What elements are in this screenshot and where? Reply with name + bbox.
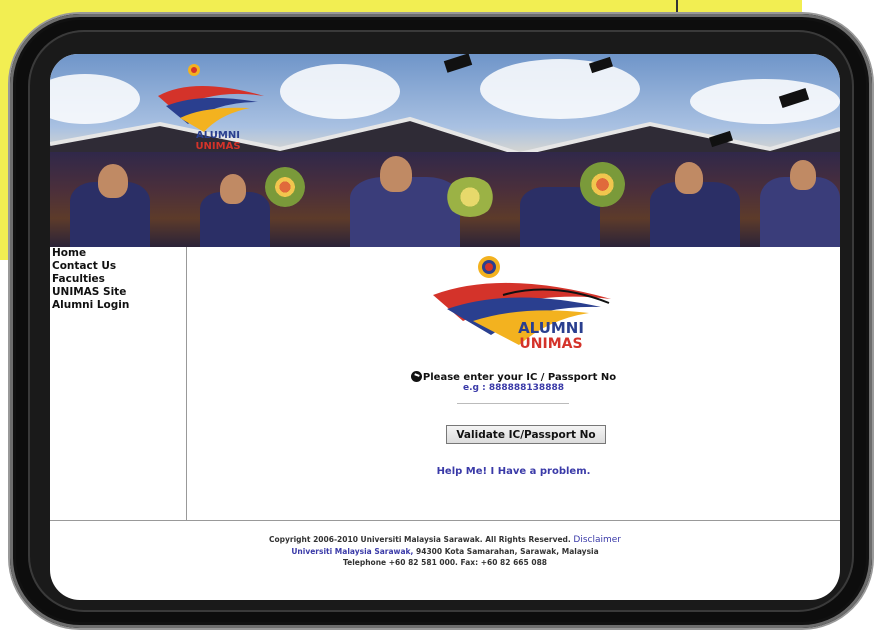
footer: Copyright 2006-2010 Universiti Malaysia …	[50, 534, 840, 568]
validate-ic-button[interactable]: Validate IC/Passport No	[446, 425, 606, 444]
page-divider	[676, 0, 678, 14]
left-nav: Home Contact Us Faculties UNIMAS Site Al…	[50, 247, 187, 520]
bouquet	[445, 177, 495, 217]
header-banner: ALUMNI UNIMAS	[50, 54, 840, 247]
footer-contact: Telephone +60 82 581 000. Fax: +60 82 66…	[342, 558, 548, 567]
nav-home[interactable]: Home	[50, 247, 186, 260]
graduates-crowd	[50, 152, 840, 247]
nav-faculties[interactable]: Faculties	[50, 273, 186, 286]
alumni-logo: ALUMNI UNIMAS	[158, 64, 264, 152]
graduate-face	[790, 160, 816, 190]
graduate-face	[98, 164, 128, 198]
nav-contact-us[interactable]: Contact Us	[50, 260, 186, 273]
nav-unimas-site[interactable]: UNIMAS Site	[50, 286, 186, 299]
disclaimer-link[interactable]: Disclaimer	[573, 535, 621, 545]
graduate-face	[380, 156, 412, 192]
nav-alumni-login[interactable]: Alumni Login	[50, 299, 186, 312]
bouquet	[265, 167, 305, 207]
logo-line1: ALUMNI	[196, 130, 240, 141]
ic-passport-input[interactable]	[457, 403, 569, 404]
ic-example: e.g : 888888138888	[463, 383, 564, 393]
footer-divider	[50, 520, 840, 521]
big-logo-line1: ALUMNI	[518, 319, 584, 337]
footer-university: Universiti Malaysia Sarawak,	[291, 547, 414, 556]
mortarboard-cap	[443, 54, 473, 73]
graduate-face	[220, 174, 246, 204]
tablet-screen: ALUMNI UNIMAS Home Contact Us Faculties …	[50, 54, 840, 600]
graduate-face	[675, 162, 703, 194]
ic-prompt-text: Please enter your IC / Passport No	[422, 372, 617, 383]
main-content: ALUMNI UNIMAS Please enter your IC / Pas…	[187, 247, 840, 520]
logo-line2: UNIMAS	[195, 141, 240, 152]
ic-prompt: Please enter your IC / Passport No	[187, 371, 840, 383]
footer-address: 94300 Kota Samarahan, Sarawak, Malaysia	[413, 547, 599, 556]
help-link[interactable]: Help Me! I Have a problem.	[187, 466, 840, 477]
footer-copyright: Copyright 2006-2010 Universiti Malaysia …	[268, 535, 571, 544]
alumni-unimas-logo: ALUMNI UNIMAS	[433, 256, 611, 349]
big-logo-line2: UNIMAS	[519, 336, 582, 349]
bouquet	[580, 162, 625, 207]
pointer-icon	[410, 371, 422, 382]
